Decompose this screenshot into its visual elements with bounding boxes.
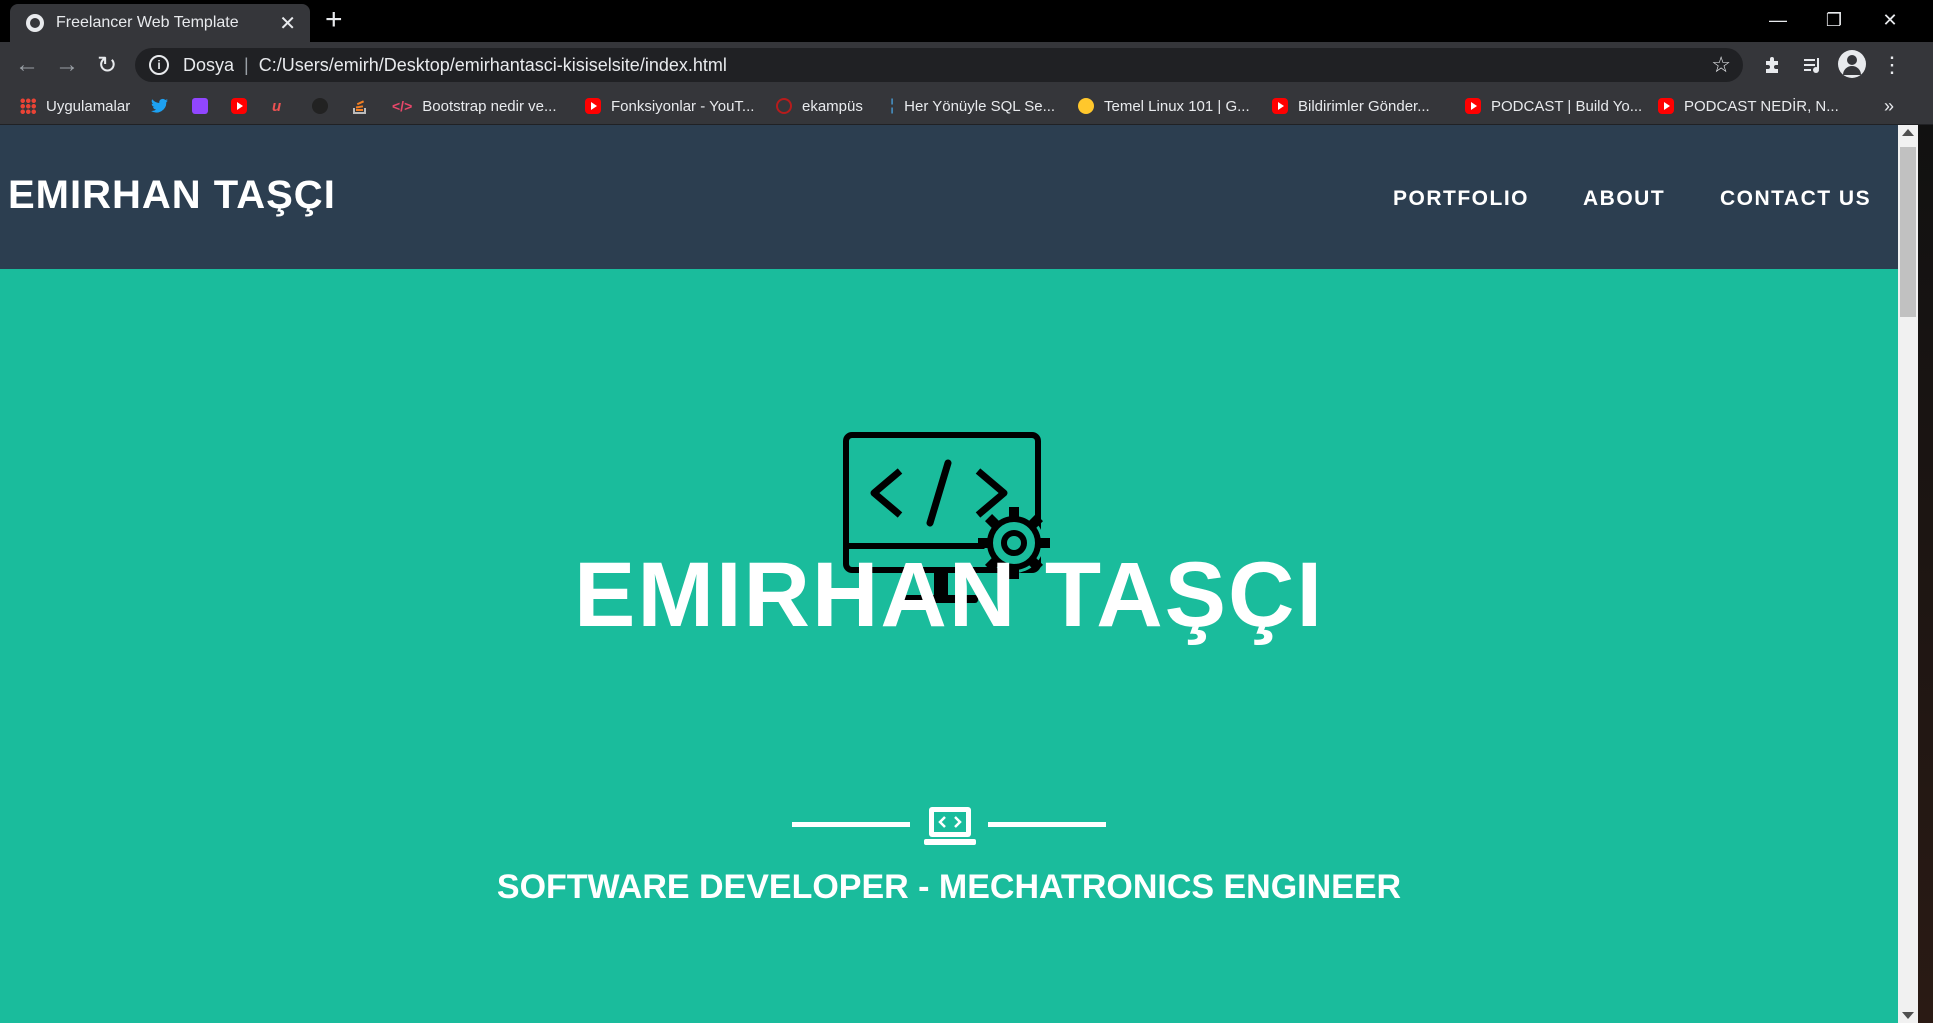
bookmarks-bar: Uygulamalar u </> Bootstrap nedir ve... … — [0, 88, 1933, 125]
hero-subtitle: SOFTWARE DEVELOPER - MECHATRONICS ENGINE… — [496, 868, 1402, 906]
scrollbar-thumb[interactable] — [1900, 147, 1916, 317]
reload-icon[interactable]: ↻ — [92, 50, 122, 80]
address-bar[interactable]: i Dosya | C:/Users/emirh/Desktop/emirhan… — [135, 48, 1743, 82]
laptop-code-icon — [924, 807, 976, 845]
tab-strip: Freelancer Web Template ✕ + — ❐ ✕ — [0, 0, 1933, 42]
bookmark-podcast-nedir[interactable]: PODCAST NEDİR, N... — [1658, 88, 1839, 124]
bookmark-linux[interactable]: Temel Linux 101 | G... — [1078, 88, 1250, 124]
nav-portfolio[interactable]: PORTFOLIO — [1393, 187, 1529, 211]
hero-title: EMIRHAN TAŞÇI — [573, 544, 1325, 646]
browser-toolbar: ← → ↻ i Dosya | C:/Users/emirh/Desktop/e… — [0, 42, 1933, 88]
divider-line-right — [988, 822, 1106, 827]
twitch-icon — [192, 98, 208, 114]
bookmark-ekampus[interactable]: ekampüs — [776, 88, 863, 124]
scroll-up-arrow-icon[interactable] — [1902, 129, 1914, 136]
scroll-down-arrow-icon[interactable] — [1902, 1012, 1914, 1019]
page-scrollbar[interactable] — [1898, 125, 1918, 1023]
info-icon[interactable]: i — [149, 55, 169, 75]
site-navbar: EMIRHAN TAŞÇI PORTFOLIO ABOUT CONTACT US — [0, 125, 1898, 269]
apps-grid-icon — [20, 98, 36, 114]
ekampus-icon — [776, 98, 792, 114]
menu-kebab-icon[interactable]: ⋮ — [1877, 50, 1907, 80]
nav-contact-us[interactable]: CONTACT US — [1720, 187, 1871, 211]
restore-button[interactable]: ❐ — [1806, 0, 1862, 40]
globe-icon — [26, 14, 44, 32]
nav-about[interactable]: ABOUT — [1583, 187, 1665, 211]
site-brand[interactable]: EMIRHAN TAŞÇI — [8, 173, 336, 218]
bookmarks-overflow-button[interactable]: » — [1884, 88, 1894, 124]
bookmark-bildirimler[interactable]: Bildirimler Gönder... — [1272, 88, 1430, 124]
bookmark-sql[interactable]: ¦ Her Yönüyle SQL Se... — [890, 88, 1055, 124]
youtube-icon — [1272, 98, 1288, 114]
bookmark-bootstrap[interactable]: </> Bootstrap nedir ve... — [392, 88, 557, 124]
address-separator: | — [244, 54, 249, 75]
profile-avatar-icon[interactable] — [1838, 50, 1866, 78]
bookmark-podcast-build[interactable]: PODCAST | Build Yo... — [1465, 88, 1642, 124]
bookmark-udemy[interactable]: u — [272, 88, 281, 124]
forward-arrow-icon[interactable]: → — [52, 50, 82, 80]
bookmark-youtube[interactable] — [231, 88, 257, 124]
github-icon — [312, 98, 328, 114]
bookmark-star-icon[interactable]: ☆ — [1711, 52, 1731, 78]
minimize-button[interactable]: — — [1750, 0, 1806, 40]
desktop-background-strip — [1918, 125, 1933, 1023]
udemy-icon: u — [272, 97, 282, 115]
sql-icon: ¦ — [890, 97, 895, 114]
divider-line-left — [792, 822, 910, 827]
back-arrow-icon[interactable]: ← — [12, 50, 42, 80]
twitter-icon — [151, 98, 168, 113]
close-tab-icon[interactable]: ✕ — [279, 11, 296, 36]
stackoverflow-icon — [353, 100, 366, 114]
bookmark-stackoverflow[interactable] — [352, 88, 368, 124]
turkcell-icon — [1078, 98, 1094, 114]
page-viewport: EMIRHAN TAŞÇI PORTFOLIO ABOUT CONTACT US — [0, 125, 1898, 1023]
youtube-icon — [585, 98, 601, 114]
bookmark-twitch[interactable] — [192, 88, 218, 124]
youtube-icon — [231, 98, 247, 114]
youtube-icon — [1465, 98, 1481, 114]
bookmark-apps[interactable]: Uygulamalar — [20, 88, 130, 124]
address-prefix: Dosya — [183, 54, 235, 75]
browser-tab[interactable]: Freelancer Web Template ✕ — [10, 4, 310, 42]
close-window-button[interactable]: ✕ — [1862, 0, 1918, 40]
media-queue-icon[interactable] — [1797, 50, 1827, 80]
youtube-icon — [1658, 98, 1674, 114]
extensions-puzzle-icon[interactable] — [1757, 50, 1787, 80]
bookmark-fonksiyonlar[interactable]: Fonksiyonlar - YouT... — [585, 88, 754, 124]
bookmark-github[interactable] — [312, 88, 338, 124]
new-tab-button[interactable]: + — [325, 5, 343, 35]
tab-title: Freelancer Web Template — [56, 14, 239, 31]
code-icon: </> — [392, 98, 413, 114]
bookmark-twitter[interactable] — [151, 88, 169, 124]
address-url[interactable]: C:/Users/emirh/Desktop/emirhantasci-kisi… — [259, 55, 727, 76]
